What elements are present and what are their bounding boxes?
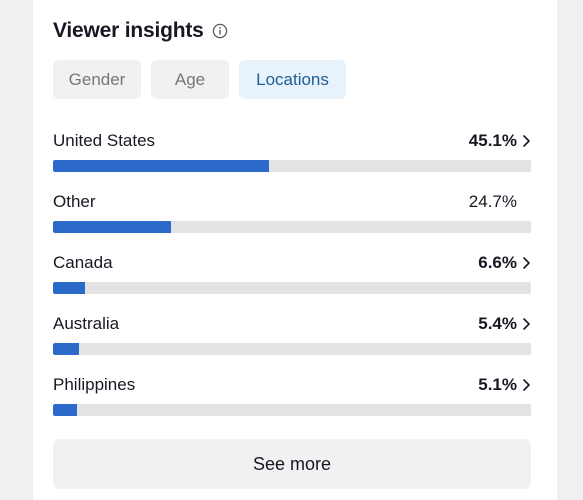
progress-track [53, 343, 531, 355]
location-percent: 5.1% [478, 375, 517, 394]
chevron-right-icon [522, 317, 531, 331]
location-percent: 6.6% [478, 253, 517, 272]
chevron-right-icon [522, 256, 531, 270]
location-percent: 45.1% [468, 131, 517, 150]
progress-fill [53, 404, 78, 416]
info-icon[interactable] [212, 23, 228, 39]
location-row-philippines[interactable]: Philippines 5.1% [53, 368, 531, 429]
location-name: Canada [53, 253, 113, 272]
progress-fill [53, 343, 79, 355]
location-row-canada[interactable]: Canada 6.6% [53, 246, 531, 307]
progress-track [53, 160, 531, 172]
insight-tabs: Gender Age Locations [53, 60, 346, 99]
locations-list: United States 45.1% Other 24.7% Canada 6… [53, 124, 531, 429]
tab-age[interactable]: Age [151, 60, 229, 99]
location-name: Philippines [53, 375, 136, 394]
card-header: Viewer insights [53, 16, 228, 46]
tab-gender[interactable]: Gender [53, 60, 141, 99]
location-row-united-states[interactable]: United States 45.1% [53, 124, 531, 185]
progress-fill [53, 160, 269, 172]
location-row-australia[interactable]: Australia 5.4% [53, 307, 531, 368]
progress-fill [53, 282, 85, 294]
progress-track [53, 282, 531, 294]
progress-track [53, 221, 531, 233]
location-name: United States [53, 131, 156, 150]
progress-fill [53, 221, 172, 233]
tab-locations[interactable]: Locations [239, 60, 346, 99]
progress-track [53, 404, 531, 416]
chevron-right-icon [522, 378, 531, 392]
location-percent: 5.4% [478, 314, 517, 333]
location-row-other: Other 24.7% [53, 185, 531, 246]
location-name: Other [53, 192, 96, 211]
location-name: Australia [53, 314, 120, 333]
card-title: Viewer insights [53, 19, 204, 42]
chevron-right-icon [522, 134, 531, 148]
see-more-button[interactable]: See more [53, 439, 531, 489]
location-percent: 24.7% [468, 192, 517, 211]
viewer-insights-card: Viewer insights Gender Age Locations Uni… [33, 0, 557, 500]
